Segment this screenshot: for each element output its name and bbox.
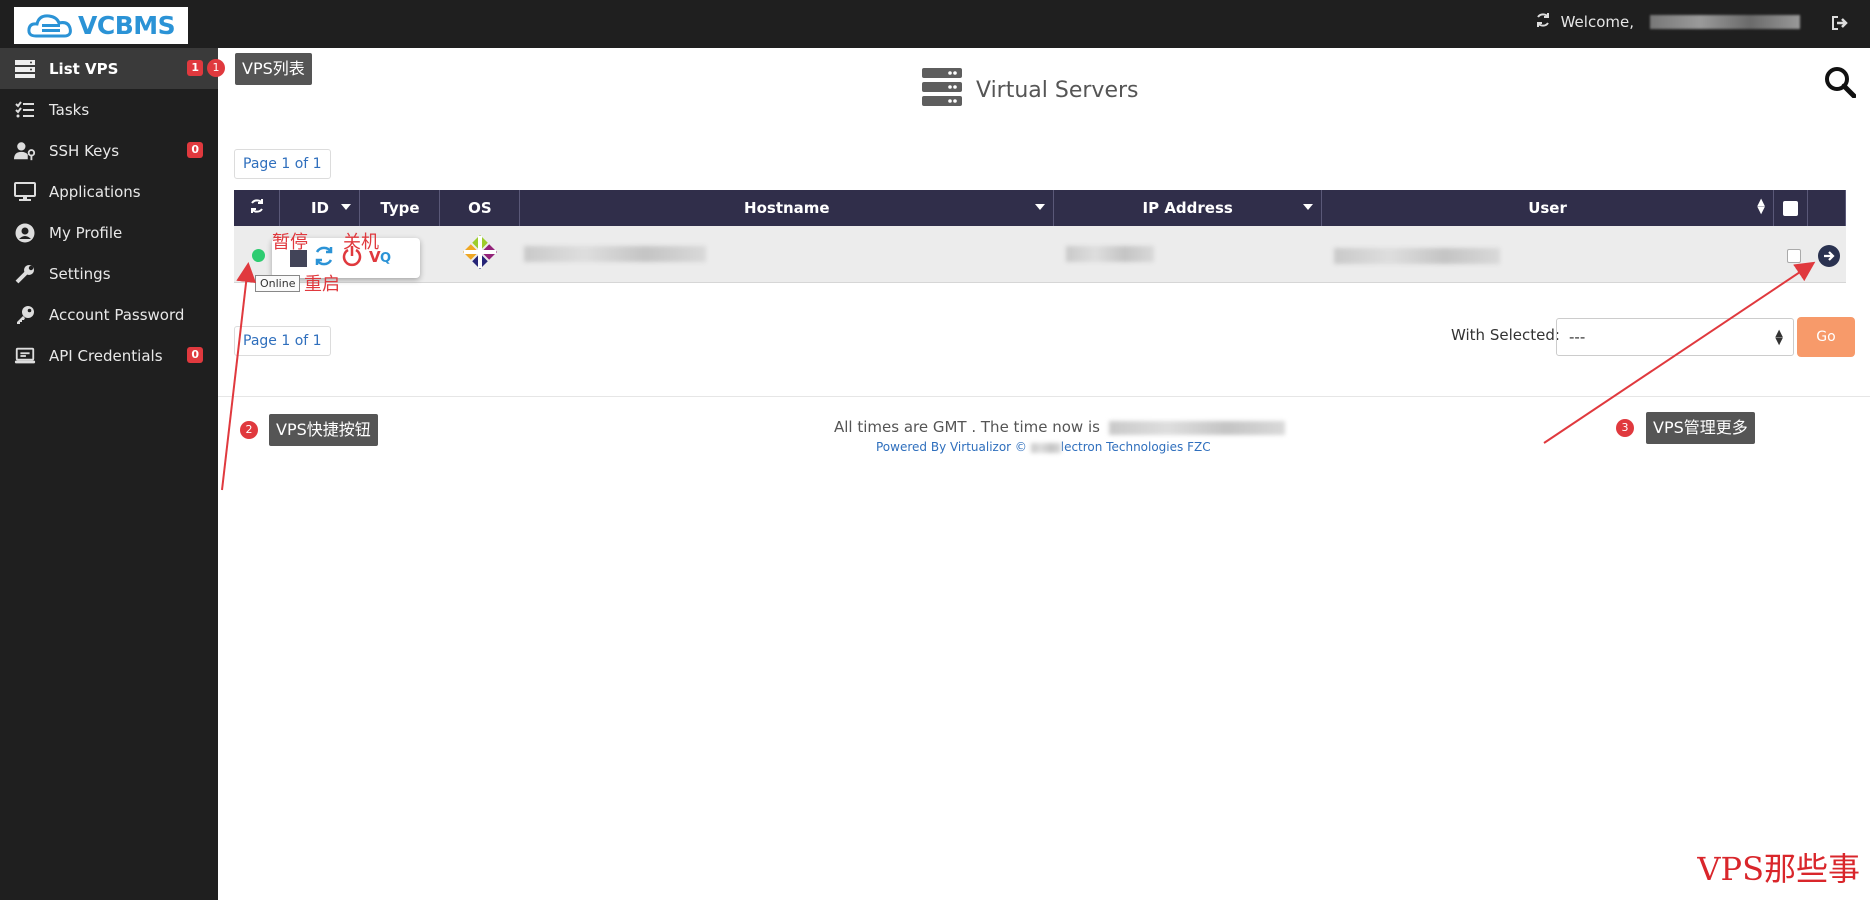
annotation-number-2: 2 <box>240 421 258 439</box>
annotation-number-3: 3 <box>1616 419 1634 437</box>
annotation-pause: 暂停 <box>272 232 308 253</box>
annotation-label-3: VPS管理更多 <box>1646 412 1755 444</box>
annotation-shutdown: 关机 <box>343 232 379 253</box>
annotation-arrows <box>221 261 1816 491</box>
annotation-label-2: VPS快捷按钮 <box>269 414 378 446</box>
annotation-label-1: VPS列表 <box>235 53 312 85</box>
annotation-restart: 重启 <box>304 274 340 295</box>
annotation-number-1: 1 <box>207 59 225 77</box>
watermark: VPS那些事 <box>1697 850 1860 888</box>
